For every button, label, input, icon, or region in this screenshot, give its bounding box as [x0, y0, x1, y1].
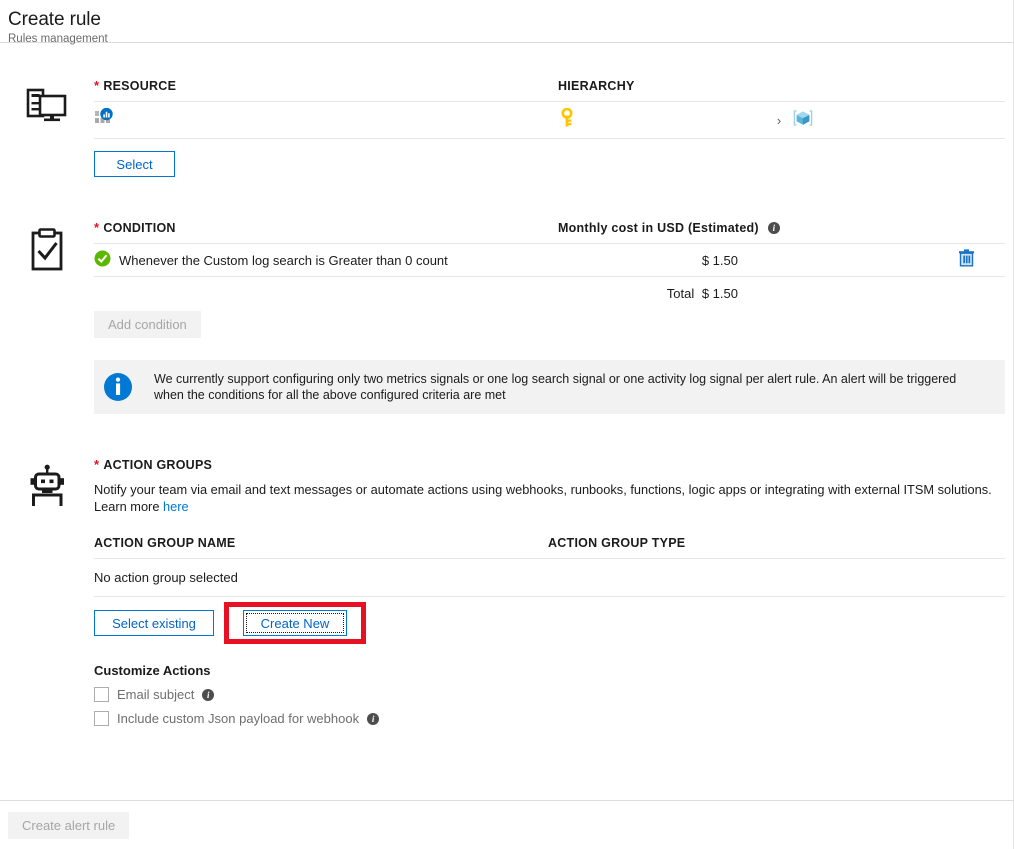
- email-subject-label: Email subject: [117, 687, 195, 702]
- action-groups-gutter: [0, 458, 94, 726]
- required-indicator: *: [94, 457, 100, 472]
- info-icon[interactable]: i: [767, 222, 780, 234]
- resource-section: * RESOURCE HIERARCHY › Select: [0, 79, 1013, 177]
- condition-total-row: Total $ 1.50: [94, 277, 1005, 301]
- page-header: Create rule Rules management: [0, 0, 1013, 45]
- info-icon[interactable]: i: [367, 712, 380, 725]
- condition-row: Whenever the Custom log search is Greate…: [94, 243, 1005, 277]
- action-groups-table-header: ACTION GROUP NAME ACTION GROUP TYPE: [94, 515, 1005, 558]
- required-indicator: *: [94, 220, 100, 235]
- condition-heading: * CONDITION: [94, 221, 558, 235]
- info-circle-icon: [94, 360, 142, 414]
- green-check-circle-icon: [94, 250, 111, 270]
- condition-heading-label: CONDITION: [103, 221, 176, 235]
- info-banner: We currently support configuring only tw…: [94, 360, 1005, 414]
- create-new-button[interactable]: Create New: [243, 610, 347, 636]
- resource-heading: * RESOURCE: [94, 79, 558, 93]
- subscription-cell: [558, 107, 766, 133]
- resource-gutter: [0, 79, 94, 177]
- log-analytics-workspace-icon: [94, 107, 116, 133]
- json-payload-checkbox[interactable]: [94, 711, 109, 726]
- required-indicator: *: [94, 78, 100, 93]
- cost-column-heading: Monthly cost in USD (Estimated): [558, 221, 759, 235]
- total-value: $ 1.50: [701, 286, 738, 301]
- select-resource-button[interactable]: Select: [94, 151, 175, 177]
- condition-headers: * CONDITION Monthly cost in USD (Estimat…: [94, 221, 1005, 243]
- condition-gutter: [0, 221, 94, 414]
- resource-headers: * RESOURCE HIERARCHY: [94, 79, 1005, 101]
- json-payload-label: Include custom Json payload for webhook: [117, 711, 360, 726]
- customize-action-json-payload[interactable]: Include custom Json payload for webhook …: [94, 711, 1005, 726]
- page-footer: Create alert rule: [0, 800, 1013, 849]
- select-existing-button[interactable]: Select existing: [94, 610, 214, 636]
- condition-cost-value: $ 1.50: [701, 252, 738, 268]
- resource-heading-label: RESOURCE: [103, 79, 177, 93]
- clipboard-check-icon: [25, 227, 69, 414]
- condition-text: Whenever the Custom log search is Greate…: [119, 252, 448, 268]
- action-groups-description-text: Notify your team via email and text mess…: [94, 482, 992, 514]
- action-groups-heading: * ACTION GROUPS: [94, 458, 1005, 472]
- chevron-right-icon: ›: [776, 112, 782, 128]
- resource-row: ›: [94, 101, 1005, 139]
- condition-section: * CONDITION Monthly cost in USD (Estimat…: [0, 221, 1013, 414]
- column-action-group-type: ACTION GROUP TYPE: [548, 536, 686, 550]
- info-icon[interactable]: i: [202, 688, 215, 701]
- resource-group-cube-icon: [792, 107, 814, 134]
- hierarchy-heading: HIERARCHY: [558, 79, 635, 93]
- action-groups-empty-text: No action group selected: [94, 570, 238, 585]
- add-condition-button[interactable]: Add condition: [94, 311, 201, 338]
- robot-icon: [24, 464, 70, 726]
- page-content: * RESOURCE HIERARCHY › Select * CONDITIO…: [0, 43, 1013, 726]
- trash-icon[interactable]: [958, 248, 975, 272]
- action-groups-heading-label: ACTION GROUPS: [103, 458, 213, 472]
- action-groups-section: * ACTION GROUPS Notify your team via ema…: [0, 458, 1013, 726]
- create-new-button-label: Create New: [260, 615, 330, 631]
- action-groups-description: Notify your team via email and text mess…: [94, 481, 1005, 515]
- server-monitor-icon: [25, 85, 69, 177]
- learn-more-link[interactable]: here: [163, 499, 189, 514]
- customize-action-email-subject[interactable]: Email subject i: [94, 687, 1005, 702]
- email-subject-checkbox[interactable]: [94, 687, 109, 702]
- key-icon: [558, 107, 576, 133]
- page-title: Create rule: [8, 9, 101, 30]
- total-label: Total: [666, 286, 695, 301]
- info-banner-text: We currently support configuring only tw…: [154, 372, 957, 402]
- create-alert-rule-button[interactable]: Create alert rule: [8, 811, 130, 839]
- customize-actions-title: Customize Actions: [94, 663, 211, 678]
- action-groups-buttons: Select existing Create New: [94, 597, 1005, 644]
- create-new-highlight-wrapper: Create New: [224, 602, 366, 644]
- action-groups-empty-row: No action group selected: [94, 558, 1005, 597]
- column-action-group-name: ACTION GROUP NAME: [94, 536, 236, 550]
